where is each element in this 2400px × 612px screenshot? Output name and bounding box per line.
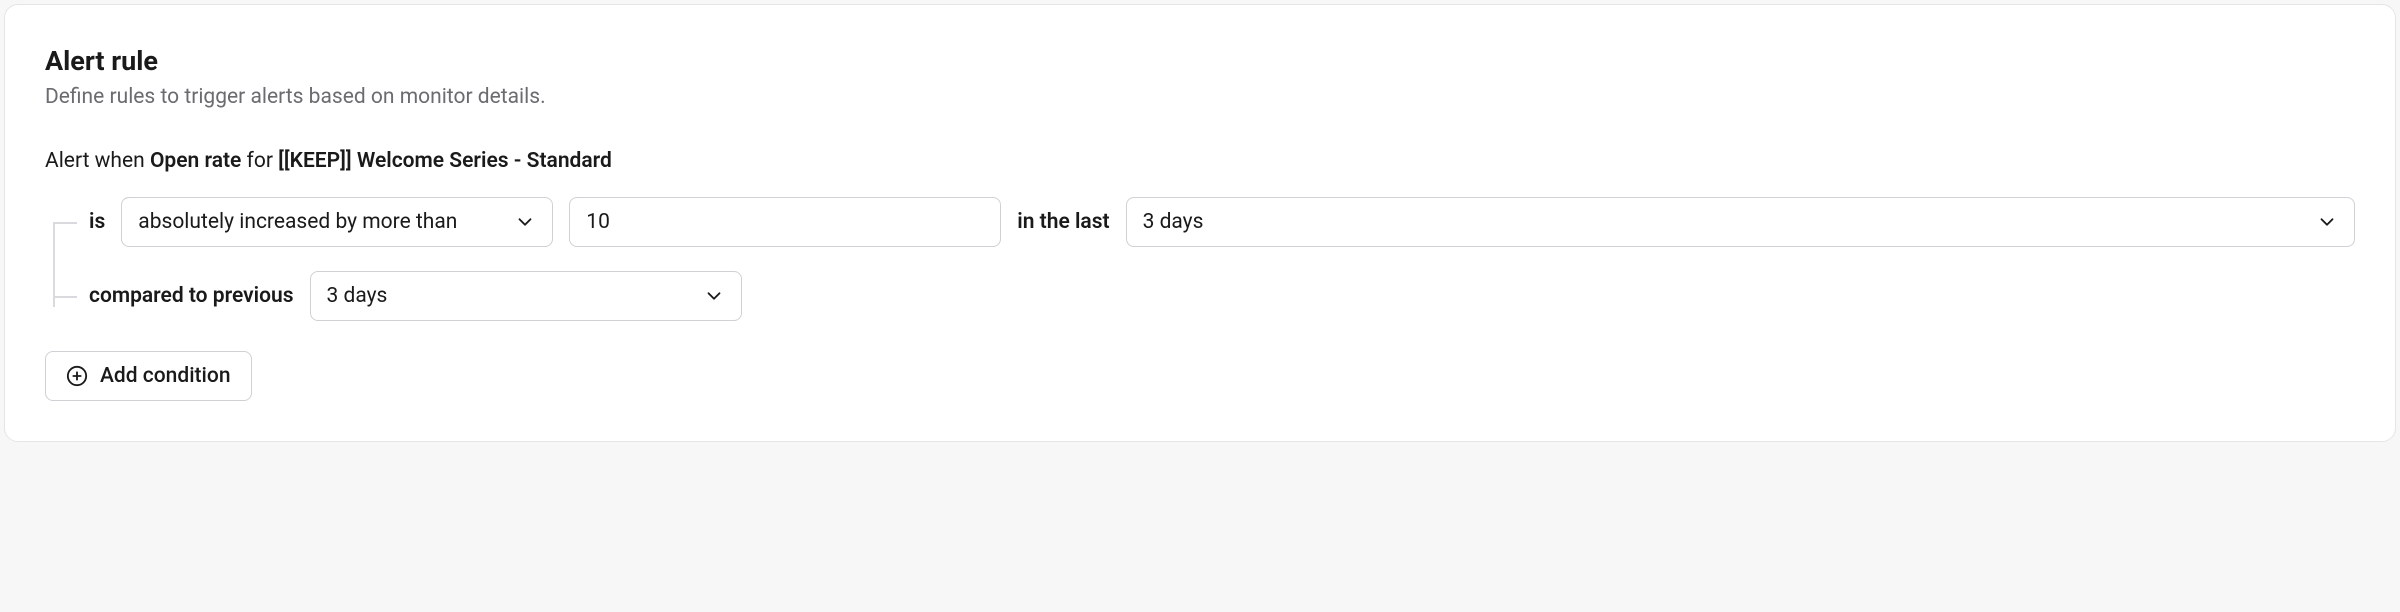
sentence-metric: Open rate xyxy=(150,149,241,173)
in-the-last-label: in the last xyxy=(1017,210,1109,234)
comparison-select-value: absolutely increased by more than xyxy=(138,210,457,234)
tree-branch-1 xyxy=(53,222,77,224)
compared-time-select[interactable]: 3 days xyxy=(310,271,742,321)
plus-circle-icon xyxy=(66,365,88,387)
condition-row-1: is absolutely increased by more than in … xyxy=(89,197,2355,247)
conditions-block: is absolutely increased by more than in … xyxy=(45,197,2355,321)
sentence-for: for xyxy=(241,149,278,173)
value-input[interactable] xyxy=(569,197,1001,247)
tree-vertical-line xyxy=(53,222,55,307)
alert-rule-card: Alert rule Define rules to trigger alert… xyxy=(4,4,2396,442)
chevron-down-icon xyxy=(2316,211,2338,233)
chevron-down-icon xyxy=(514,211,536,233)
condition-row-2: compared to previous 3 days xyxy=(89,271,2355,321)
tree-branch-2 xyxy=(53,296,77,298)
rule-sentence: Alert when Open rate for [[KEEP]] Welcom… xyxy=(45,149,2355,173)
section-subtitle: Define rules to trigger alerts based on … xyxy=(45,85,2355,109)
comparison-select[interactable]: absolutely increased by more than xyxy=(121,197,553,247)
sentence-prefix: Alert when xyxy=(45,149,150,173)
add-condition-label: Add condition xyxy=(100,364,231,388)
compared-time-select-value: 3 days xyxy=(327,284,388,308)
time-window-select[interactable]: 3 days xyxy=(1126,197,2355,247)
time-window-select-value: 3 days xyxy=(1143,210,1204,234)
sentence-target: [[KEEP]] Welcome Series - Standard xyxy=(278,149,612,173)
chevron-down-icon xyxy=(703,285,725,307)
section-title: Alert rule xyxy=(45,45,2355,77)
compared-to-label: compared to previous xyxy=(89,284,294,308)
is-label: is xyxy=(89,210,105,234)
add-condition-button[interactable]: Add condition xyxy=(45,351,252,401)
